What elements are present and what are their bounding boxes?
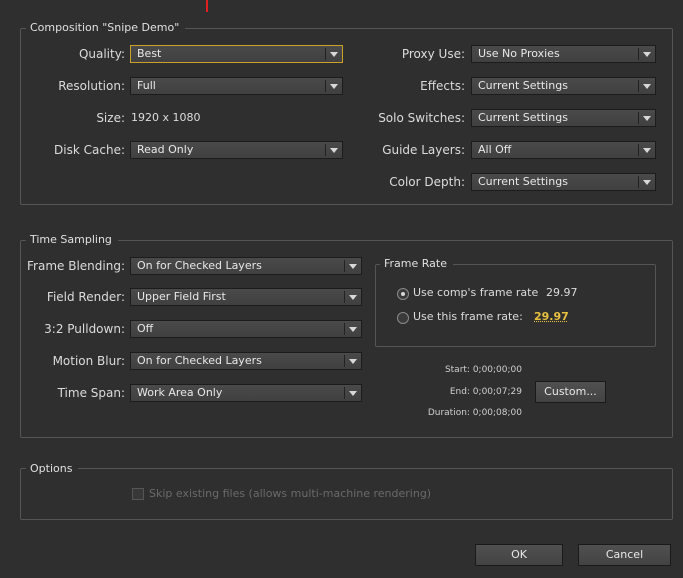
pulldown-label: 3:2 Pulldown: [44,322,125,336]
field-render-label: Field Render: [46,290,125,304]
resolution-dropdown[interactable]: Full [130,77,343,95]
color-depth-dropdown[interactable]: Current Settings [471,173,656,191]
solo-switches-label: Solo Switches: [378,111,465,125]
time-sampling-group-title: Time Sampling [26,233,118,247]
pulldown-value: Off [137,322,154,335]
frame-blending-dropdown[interactable]: On for Checked Layers [130,257,362,275]
pulldown-dropdown[interactable]: Off [130,320,362,338]
custom-button[interactable]: Custom... [535,381,606,403]
red-marker [206,0,208,12]
use-this-frame-rate-label[interactable]: Use this frame rate: [413,308,523,326]
time-span-value: Work Area Only [137,386,223,399]
comp-frame-rate-value: 29.97 [546,286,578,299]
effects-label: Effects: [420,79,465,93]
chevron-down-icon [345,385,361,401]
chevron-down-icon [345,258,361,274]
skip-existing-checkbox[interactable] [132,488,144,500]
ok-button[interactable]: OK [475,544,563,566]
field-render-dropdown[interactable]: Upper Field First [130,288,362,306]
options-group-title: Options [26,462,79,476]
chevron-down-icon [639,78,655,94]
color-depth-label: Color Depth: [389,175,465,189]
use-comp-frame-rate-label[interactable]: Use comp's frame rate [413,284,538,302]
effects-value: Current Settings [478,79,568,92]
color-depth-value: Current Settings [478,175,568,188]
guide-layers-value: All Off [478,143,512,156]
use-this-frame-rate-radio[interactable] [397,312,409,324]
composition-group-title: Composition "Snipe Demo" [26,21,186,35]
solo-switches-dropdown[interactable]: Current Settings [471,109,656,127]
resolution-label: Resolution: [58,79,125,93]
disk-cache-value: Read Only [137,143,194,156]
quality-dropdown[interactable]: Best [130,45,343,63]
effects-dropdown[interactable]: Current Settings [471,77,656,95]
start-time: Start: 0;00;00;00 [444,365,522,375]
motion-blur-value: On for Checked Layers [137,354,262,367]
frame-rate-group [375,264,656,347]
time-span-label: Time Span: [57,386,125,400]
quality-value: Best [137,47,162,60]
frame-rate-scrubber[interactable]: 29.97 [534,308,569,326]
chevron-down-icon [639,174,655,190]
size-label: Size: [96,111,125,125]
proxy-use-dropdown[interactable]: Use No Proxies [471,45,656,63]
use-comp-frame-rate-radio[interactable] [397,288,409,300]
field-render-value: Upper Field First [137,290,226,303]
time-span-dropdown[interactable]: Work Area Only [130,384,362,402]
frame-rate-group-title: Frame Rate [380,257,453,271]
resolution-value: Full [137,79,156,92]
disk-cache-label: Disk Cache: [54,143,125,157]
motion-blur-dropdown[interactable]: On for Checked Layers [130,352,362,370]
chevron-down-icon [345,321,361,337]
motion-blur-label: Motion Blur: [52,354,125,368]
disk-cache-dropdown[interactable]: Read Only [130,141,343,159]
chevron-down-icon [345,289,361,305]
proxy-use-value: Use No Proxies [478,47,560,60]
proxy-use-label: Proxy Use: [401,47,465,61]
solo-switches-value: Current Settings [478,111,568,124]
chevron-down-icon [639,110,655,126]
cancel-button[interactable]: Cancel [578,544,671,566]
guide-layers-label: Guide Layers: [382,143,465,157]
chevron-down-icon [326,46,342,62]
chevron-down-icon [639,142,655,158]
chevron-down-icon [639,46,655,62]
size-value: 1920 x 1080 [131,111,201,124]
chevron-down-icon [326,78,342,94]
skip-existing-label: Skip existing files (allows multi-machin… [149,487,432,500]
chevron-down-icon [326,142,342,158]
duration-time: Duration: 0;00;08;00 [427,408,522,418]
end-time: End: 0;00;07;29 [449,387,522,397]
guide-layers-dropdown[interactable]: All Off [471,141,656,159]
quality-label: Quality: [78,47,125,61]
frame-blending-value: On for Checked Layers [137,259,262,272]
frame-blending-label: Frame Blending: [27,259,125,273]
chevron-down-icon [345,353,361,369]
